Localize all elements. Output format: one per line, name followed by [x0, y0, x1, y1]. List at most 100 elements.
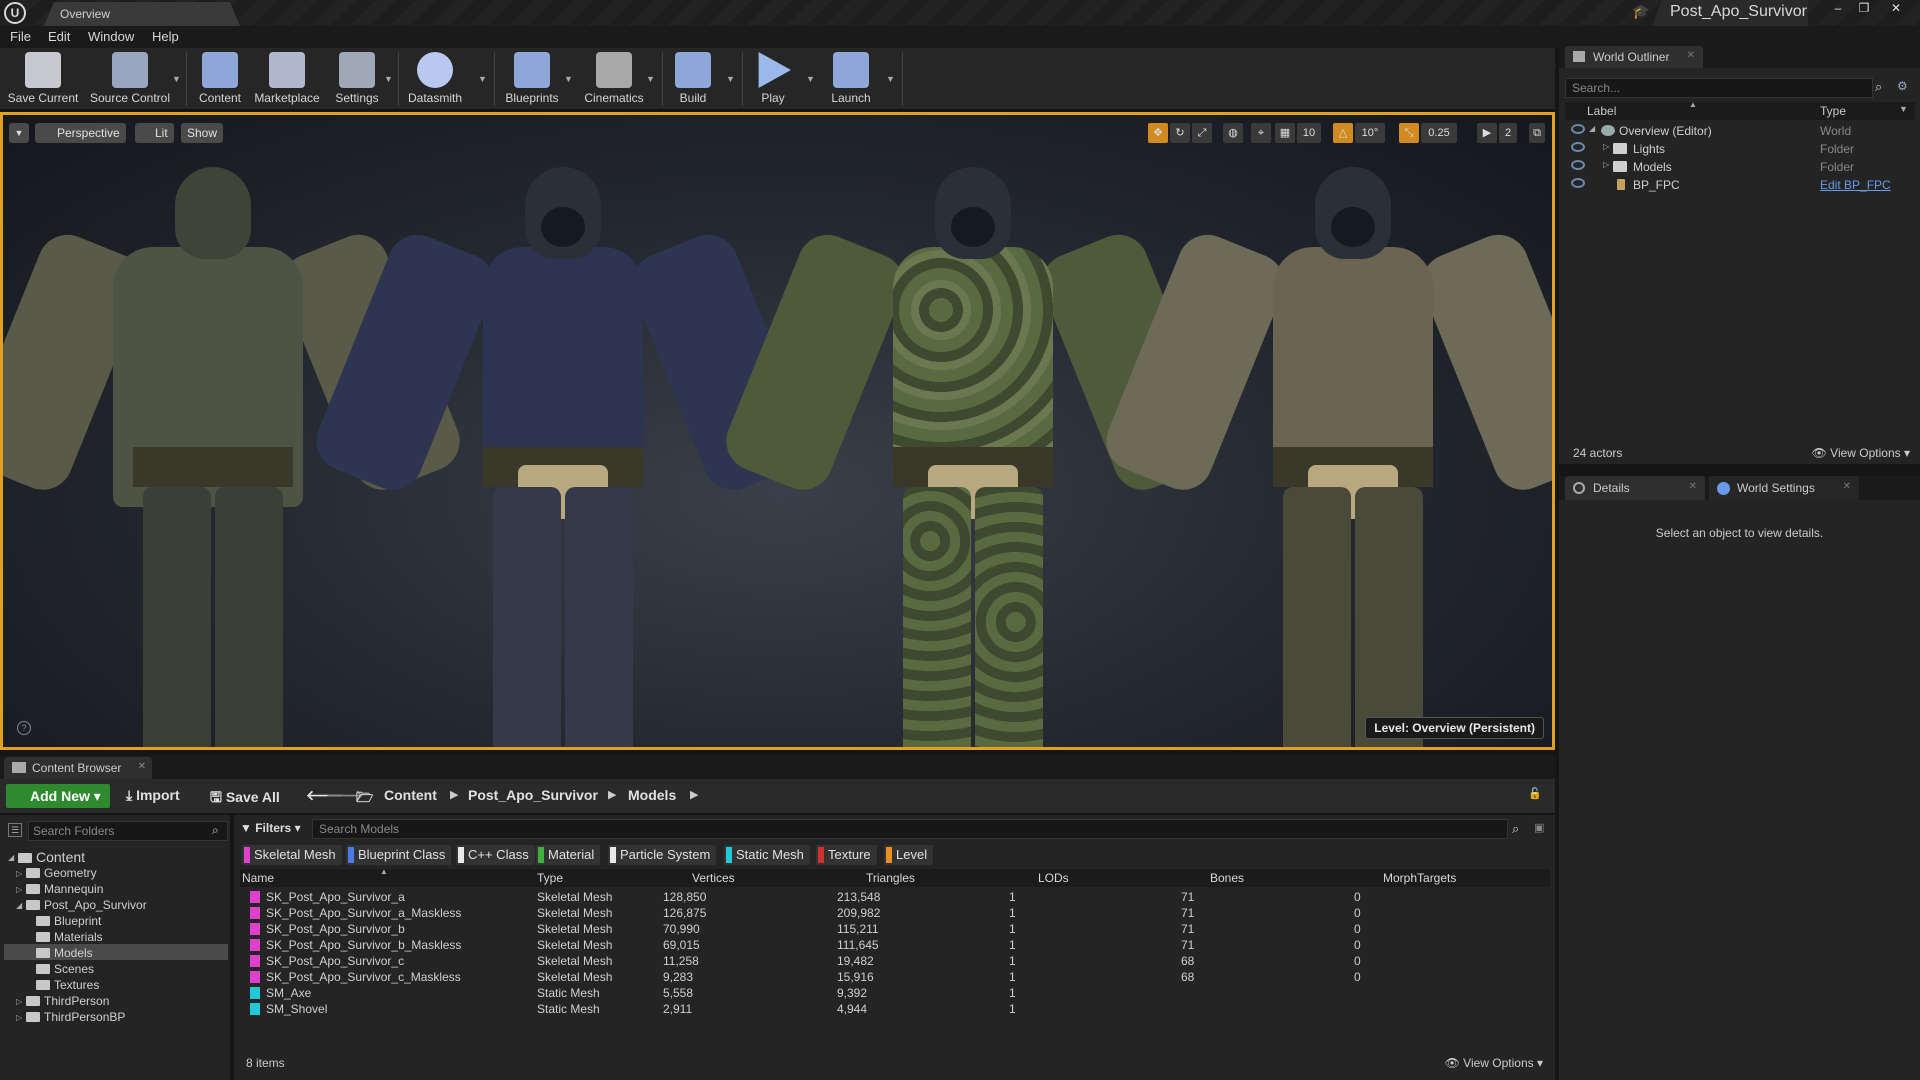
table-row[interactable]: SK_Post_Apo_Survivor_b Skeletal Mesh 70,99…: [240, 921, 1550, 937]
breadcrumb-models[interactable]: Models: [628, 787, 676, 803]
outliner-view-options-button[interactable]: 👁 View Options ▾: [1812, 446, 1910, 460]
collapse-arrow-icon[interactable]: ▷: [1603, 142, 1609, 151]
column-header-bones[interactable]: Bones: [1210, 871, 1244, 885]
tree-item-post-apo-survivor[interactable]: Post_Apo_Survivor: [26, 898, 147, 912]
column-header-name[interactable]: Name: [242, 871, 274, 885]
cinematics-button[interactable]: Cinematics: [578, 50, 650, 108]
tab-content-browser[interactable]: Content Browser ✕: [4, 757, 152, 779]
show-button[interactable]: Show: [181, 123, 224, 143]
breadcrumb-post-apo-survivor[interactable]: Post_Apo_Survivor: [468, 787, 598, 803]
expand-arrow-icon[interactable]: ◢: [1589, 124, 1595, 133]
datasmith-button[interactable]: Datasmith: [402, 50, 468, 108]
level-viewport[interactable]: ▼ Perspective Lit Show ✥ ↻ ⤢ ◍ ⌖ ▦ 10 △ …: [0, 112, 1555, 750]
column-header-triangles[interactable]: Triangles: [866, 871, 915, 885]
column-header-vertices[interactable]: Vertices: [692, 871, 735, 885]
import-button[interactable]: ⤓ Import: [126, 787, 180, 804]
tree-item-geometry[interactable]: Geometry: [26, 866, 97, 880]
column-header-type[interactable]: Type: [537, 871, 563, 885]
lock-icon[interactable]: 🔓: [1528, 787, 1542, 800]
column-options-icon[interactable]: ▼: [1899, 104, 1908, 114]
tree-item-blueprint[interactable]: Blueprint: [36, 914, 101, 928]
breadcrumb-separator-icon[interactable]: ▶: [608, 788, 616, 801]
visibility-eye-icon[interactable]: [1571, 124, 1585, 134]
maximize-button[interactable]: ❐: [1852, 0, 1876, 18]
close-window-button[interactable]: ✕: [1884, 0, 1908, 18]
save-all-button[interactable]: 🖫 Save All: [210, 787, 280, 811]
tree-item-materials[interactable]: Materials: [36, 930, 103, 944]
close-tab-icon[interactable]: ✕: [1687, 50, 1695, 61]
outliner-row-bp-fpc[interactable]: BP_FPC Edit BP_FPC: [1565, 176, 1915, 194]
column-header-type[interactable]: Type: [1820, 104, 1846, 118]
camera-speed-icon[interactable]: ▶: [1477, 123, 1497, 143]
play-dropdown-icon[interactable]: ▼: [806, 74, 815, 84]
camera-speed-value[interactable]: 2: [1499, 123, 1517, 143]
close-tab-icon[interactable]: ✕: [1689, 481, 1697, 492]
surface-snap-icon[interactable]: ⌖: [1251, 123, 1271, 143]
save-current-button[interactable]: Save Current: [4, 50, 82, 108]
outliner-row-lights[interactable]: ▷ Lights Folder: [1565, 140, 1915, 158]
maximize-viewport-icon[interactable]: ⧉: [1529, 123, 1545, 143]
collapse-arrow-icon[interactable]: ▷: [1603, 160, 1609, 169]
filter-chip-cpp-class[interactable]: C++ Class: [456, 845, 535, 865]
tree-item-content[interactable]: Content: [18, 849, 85, 865]
perspective-button[interactable]: Perspective: [35, 123, 126, 143]
table-row[interactable]: SK_Post_Apo_Survivor_a_Maskless Skeletal …: [240, 905, 1550, 921]
filter-chip-level[interactable]: Level: [884, 845, 934, 865]
collapse-arrow-icon[interactable]: ▷: [16, 869, 22, 878]
outliner-row-models[interactable]: ▷ Models Folder: [1565, 158, 1915, 176]
filter-chip-blueprint-class[interactable]: Blueprint Class: [346, 845, 452, 865]
lit-button[interactable]: Lit: [135, 123, 174, 143]
search-icon[interactable]: ⌕: [1875, 79, 1882, 95]
rotation-snap-icon[interactable]: △: [1333, 123, 1353, 143]
build-dropdown-icon[interactable]: ▼: [726, 74, 735, 84]
viewport-options-button[interactable]: ▼: [9, 123, 29, 143]
menu-help[interactable]: Help: [152, 29, 179, 44]
scale-tool-icon[interactable]: ⤢: [1192, 123, 1212, 143]
source-control-button[interactable]: Source Control: [88, 50, 172, 108]
visibility-eye-icon[interactable]: [1571, 160, 1585, 170]
menu-file[interactable]: File: [10, 29, 31, 44]
marketplace-button[interactable]: Marketplace: [252, 50, 322, 108]
tree-item-scenes[interactable]: Scenes: [36, 962, 94, 976]
document-tab-overview[interactable]: Overview: [44, 2, 240, 26]
tree-item-textures[interactable]: Textures: [36, 978, 99, 992]
outliner-row-overview[interactable]: ◢ Overview (Editor) World: [1565, 122, 1915, 140]
content-button[interactable]: Content: [190, 50, 250, 108]
build-button[interactable]: Build: [666, 50, 720, 108]
collapse-arrow-icon[interactable]: ▷: [16, 1013, 22, 1022]
tab-world-settings[interactable]: World Settings ✕: [1709, 476, 1859, 500]
rotate-tool-icon[interactable]: ↻: [1170, 123, 1190, 143]
column-header-lods[interactable]: LODs: [1038, 871, 1069, 885]
tree-item-models[interactable]: Models: [36, 946, 93, 960]
tree-item-mannequin[interactable]: Mannequin: [26, 882, 103, 896]
tree-item-thirdpersonbp[interactable]: ThirdPersonBP: [26, 1010, 125, 1024]
breadcrumb-separator-icon[interactable]: ▶: [450, 788, 458, 801]
breadcrumb-content[interactable]: Content: [384, 787, 437, 803]
launch-button[interactable]: Launch: [822, 50, 880, 108]
menu-edit[interactable]: Edit: [48, 29, 70, 44]
grid-snap-icon[interactable]: ▦: [1275, 123, 1295, 143]
add-new-button[interactable]: Add New ▾: [6, 784, 110, 808]
close-tab-icon[interactable]: ✕: [1843, 481, 1851, 492]
sources-panel-icon[interactable]: ☰: [8, 823, 22, 837]
outliner-settings-icon[interactable]: ⚙: [1897, 79, 1908, 93]
close-tab-icon[interactable]: ✕: [138, 761, 146, 772]
breadcrumb-separator-icon[interactable]: ▶: [690, 788, 698, 801]
cinematics-dropdown-icon[interactable]: ▼: [646, 74, 655, 84]
sort-ascending-icon[interactable]: ▲: [1689, 100, 1697, 109]
world-local-icon[interactable]: ◍: [1223, 123, 1243, 143]
filter-chip-skeletal-mesh[interactable]: Skeletal Mesh: [242, 845, 342, 865]
filter-chip-static-mesh[interactable]: Static Mesh: [724, 845, 810, 865]
save-search-icon[interactable]: ▣: [1534, 821, 1544, 834]
scale-snap-icon[interactable]: ⤡: [1399, 123, 1419, 143]
menu-window[interactable]: Window: [88, 29, 134, 44]
search-icon[interactable]: ⌕: [212, 823, 219, 838]
launch-dropdown-icon[interactable]: ▼: [886, 74, 895, 84]
edit-bp-fpc-link[interactable]: Edit BP_FPC: [1820, 178, 1891, 192]
filter-chip-texture[interactable]: Texture: [816, 845, 877, 865]
tab-details[interactable]: Details ✕: [1565, 476, 1705, 500]
table-row[interactable]: SK_Post_Apo_Survivor_c_Maskless Skeletal …: [240, 969, 1550, 985]
translate-tool-icon[interactable]: ✥: [1148, 123, 1168, 143]
sort-ascending-icon[interactable]: ▲: [380, 867, 388, 876]
table-row[interactable]: SK_Post_Apo_Survivor_a Skeletal Mesh 128,8…: [240, 889, 1550, 905]
